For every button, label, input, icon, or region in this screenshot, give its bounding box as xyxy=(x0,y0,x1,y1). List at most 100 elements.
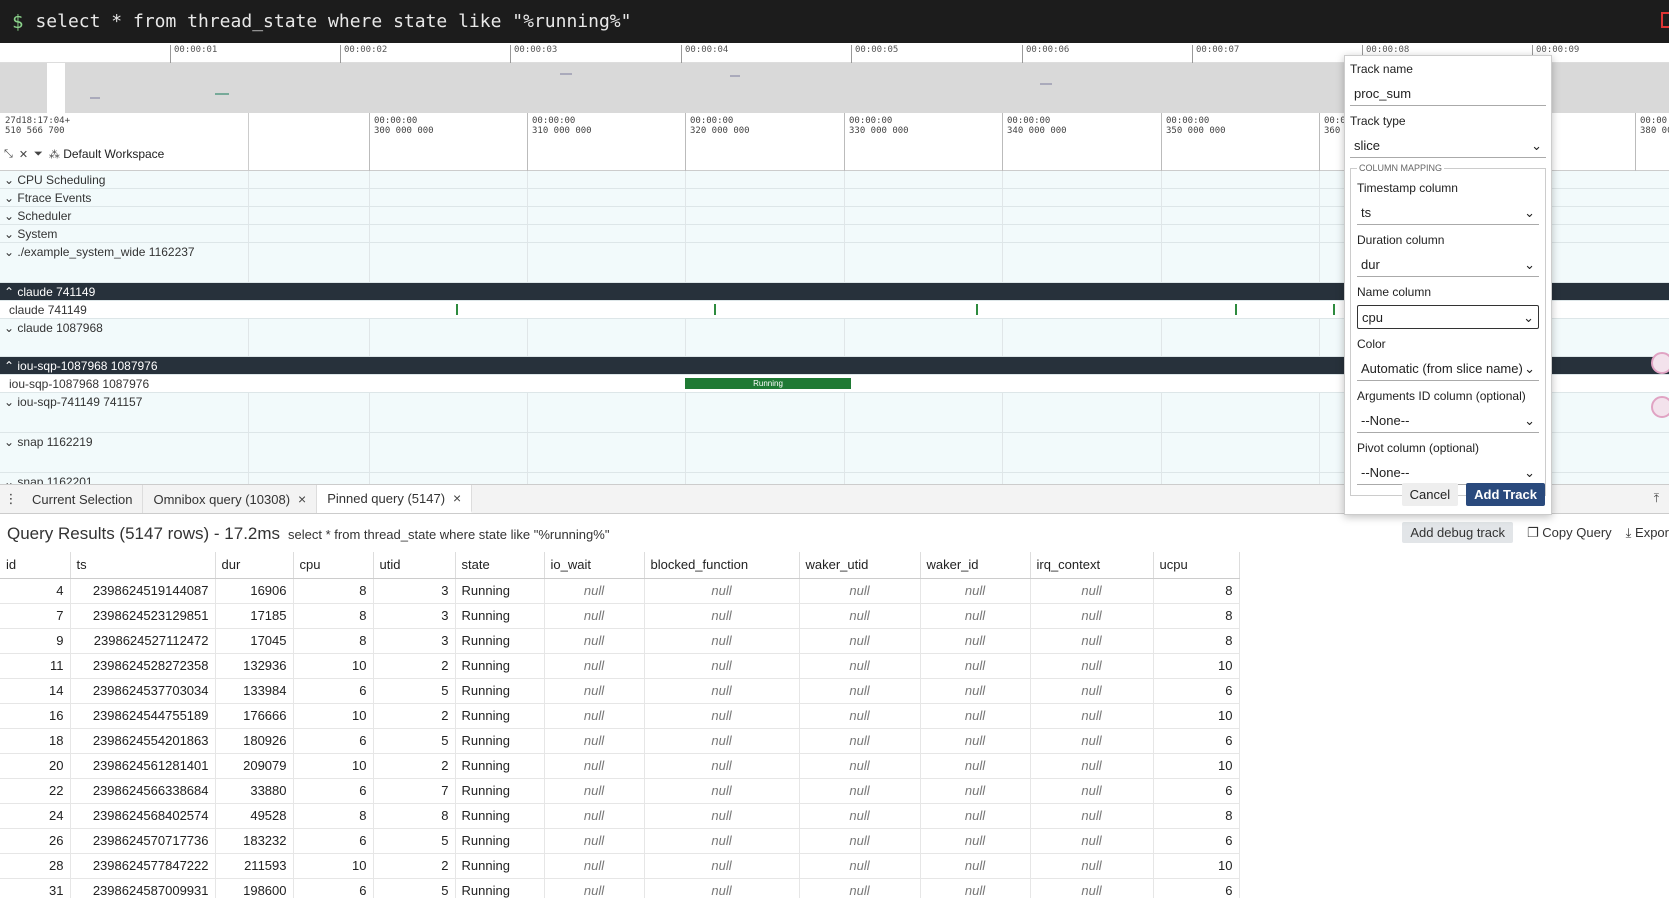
table-row[interactable]: 31 2398624587009931 198600 6 5 Running null nul… xyxy=(0,878,1240,898)
select-value: slice xyxy=(1354,138,1381,153)
duration-column-select[interactable]: dur ⌄ xyxy=(1357,253,1539,277)
collapse-panel-icon[interactable]: ⤒ xyxy=(1654,491,1659,506)
flag-icon[interactable] xyxy=(1661,12,1669,28)
cancel-button[interactable]: Cancel xyxy=(1401,483,1459,506)
name-column-select[interactable]: cpu ⌄ xyxy=(1357,305,1539,329)
omnibox[interactable]: $ select * from thread_state where state… xyxy=(0,0,1669,43)
omnibox-query[interactable]: select * from thread_state where state l… xyxy=(35,11,631,32)
column-header[interactable]: irq_context xyxy=(1030,552,1154,579)
table-cell: null xyxy=(644,753,800,779)
tick-line2: 350 000 000 xyxy=(1166,126,1226,136)
timestamp-column-select[interactable]: ts ⌄ xyxy=(1357,201,1539,225)
table-cell: Running xyxy=(455,753,545,779)
overview-selection-window[interactable] xyxy=(47,63,65,113)
table-cell: null xyxy=(799,853,921,879)
pivot-column-select[interactable]: --None-- ⌄ xyxy=(1357,461,1539,485)
column-header[interactable]: waker_utid xyxy=(799,552,921,579)
table-cell: Running xyxy=(455,653,545,679)
column-header[interactable]: cpu xyxy=(293,552,374,579)
table-cell: 10 xyxy=(293,703,374,729)
table-cell: Running xyxy=(455,778,545,804)
workspace-name: Default Workspace xyxy=(63,147,165,161)
table-cell: null xyxy=(920,878,1031,898)
slice[interactable] xyxy=(456,304,458,315)
track-name: iou-sqp-1087968 1087976 xyxy=(17,359,158,373)
color-select[interactable]: Automatic (from slice name) ⌄ xyxy=(1357,357,1539,381)
filter-icon[interactable]: ⏷ xyxy=(34,148,43,161)
track-label: ⌄ Ftrace Events xyxy=(4,191,92,205)
close-icon[interactable]: × xyxy=(453,490,461,506)
tab-pinned-query[interactable]: Pinned query (5147) × xyxy=(317,485,473,513)
add-track-button[interactable]: Add Track xyxy=(1466,483,1545,506)
side-action-icon[interactable] xyxy=(1651,396,1669,418)
table-row[interactable]: 22 2398624566338684 33880 6 7 Running null null… xyxy=(0,778,1240,804)
slice[interactable] xyxy=(714,304,716,315)
table-row[interactable]: 16 2398624544755189 176666 10 2 Running null nu… xyxy=(0,703,1240,729)
table-cell: null xyxy=(920,578,1031,604)
copy-query-button[interactable]: ❐ Copy Query xyxy=(1527,525,1612,541)
table-row[interactable]: 9 2398624527112472 17045 8 3 Running null null n… xyxy=(0,628,1240,654)
tab-current-selection[interactable]: Current Selection xyxy=(22,485,144,513)
column-header[interactable]: blocked_function xyxy=(644,552,800,579)
table-row[interactable]: 18 2398624554201863 180926 6 5 Running null nul… xyxy=(0,728,1240,754)
slice[interactable] xyxy=(976,304,978,315)
table-row[interactable]: 24 2398624568402574 49528 8 8 Running null null… xyxy=(0,803,1240,829)
table-row[interactable]: 14 2398624537703034 133984 6 5 Running null nul… xyxy=(0,678,1240,704)
menu-icon[interactable]: ⋮ xyxy=(0,485,22,513)
table-row[interactable]: 20 2398624561281401 209079 10 2 Running null nu… xyxy=(0,753,1240,779)
column-header[interactable]: ucpu xyxy=(1153,552,1240,579)
running-slice[interactable]: Running xyxy=(685,378,851,389)
table-row[interactable]: 4 2398624519144087 16906 8 3 Running null null n… xyxy=(0,578,1240,604)
column-header[interactable]: ts xyxy=(70,552,216,579)
workspace-icon: ⁂ xyxy=(48,149,60,161)
column-header[interactable]: state xyxy=(455,552,545,579)
add-debug-track-button[interactable]: Add debug track xyxy=(1402,522,1513,543)
table-cell: 132936 xyxy=(215,653,294,679)
close-icon[interactable]: × xyxy=(298,491,306,507)
tab-omnibox-query[interactable]: Omnibox query (10308) × xyxy=(143,485,318,513)
pivot-column-label: Pivot column (optional) xyxy=(1357,441,1480,455)
table-row[interactable]: 7 2398624523129851 17185 8 3 Running null null n… xyxy=(0,603,1240,629)
workspace-selector[interactable]: ⁂ Default Workspace xyxy=(49,147,165,161)
table-cell: null xyxy=(644,678,800,704)
table-cell: null xyxy=(544,678,645,704)
table-cell: 33880 xyxy=(215,778,294,804)
track-label: ⌄ snap 1162219 xyxy=(4,435,93,449)
table-cell: 31 xyxy=(0,878,71,898)
tick-line2: 320 000 000 xyxy=(690,126,750,136)
table-cell: 2 xyxy=(373,653,456,679)
table-cell: 133984 xyxy=(215,678,294,704)
chevron-down-icon: ⌄ xyxy=(1524,257,1535,272)
column-header[interactable]: waker_id xyxy=(920,552,1031,579)
table-cell: 8 xyxy=(373,803,456,829)
unpin-icon[interactable]: ✕ xyxy=(19,148,28,161)
side-action-icon[interactable] xyxy=(1651,352,1669,374)
table-row[interactable]: 28 2398624577847222 211593 10 2 Running null nu… xyxy=(0,853,1240,879)
slice[interactable] xyxy=(1333,304,1335,315)
track-label: ⌃ claude 741149 xyxy=(4,285,96,299)
table-cell: 10 xyxy=(293,653,374,679)
table-cell: 8 xyxy=(1153,603,1240,629)
slice[interactable] xyxy=(1235,304,1237,315)
timeline-tick: 00:00:00 300 000 000 xyxy=(369,113,434,171)
query-text: select * from thread_state where state l… xyxy=(288,526,610,542)
column-header[interactable]: io_wait xyxy=(544,552,645,579)
table-row[interactable]: 26 2398624570717736 183232 6 5 Running null nul… xyxy=(0,828,1240,854)
collapse-all-icon[interactable]: ⤡ xyxy=(4,148,13,161)
track-name-input[interactable]: proc_sum xyxy=(1350,82,1546,106)
track-name: Ftrace Events xyxy=(17,191,92,205)
results-table: id ts dur cpu utid state io_wait blocked… xyxy=(0,552,1240,898)
column-header[interactable]: utid xyxy=(373,552,456,579)
table-row[interactable]: 11 2398624528272358 132936 10 2 Running null nu… xyxy=(0,653,1240,679)
track-type-select[interactable]: slice ⌄ xyxy=(1350,134,1546,158)
track-label: ⌄ CPU Scheduling xyxy=(4,173,106,187)
table-cell: Running xyxy=(455,878,545,898)
overview-mark xyxy=(215,93,229,95)
export-button[interactable]: ⤓ Expor xyxy=(1626,525,1669,541)
track-label: ⌄ Scheduler xyxy=(4,209,72,223)
arguments-column-select[interactable]: --None-- ⌄ xyxy=(1357,409,1539,433)
column-header[interactable]: id xyxy=(0,552,71,579)
table-cell: null xyxy=(799,778,921,804)
table-cell: 2398624537703034 xyxy=(70,678,216,704)
column-header[interactable]: dur xyxy=(215,552,294,579)
